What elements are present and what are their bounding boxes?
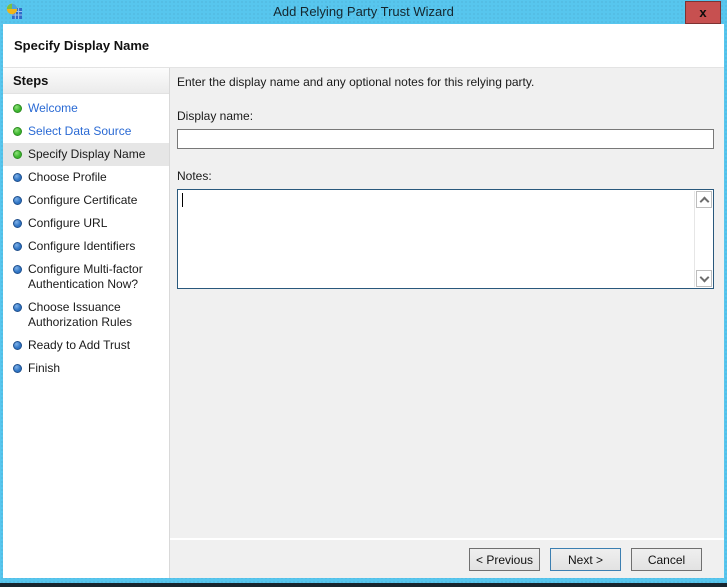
- chevron-up-icon: [699, 196, 709, 207]
- step-label: Choose Issuance Authorization Rules: [28, 300, 133, 329]
- steps-list: Welcome Select Data Source Specify Display…: [3, 97, 169, 380]
- step-status-icon: [13, 127, 22, 136]
- notes-scrollbar[interactable]: [694, 191, 712, 287]
- body-row: Steps Welcome Select Data Source Specify D…: [3, 68, 724, 578]
- step-status-icon: [13, 104, 22, 113]
- scroll-down-button[interactable]: [696, 270, 712, 287]
- step-label: Configure Multi-factor Authentication No…: [28, 262, 143, 291]
- step-status-icon: [13, 242, 22, 251]
- display-name-label: Display name:: [177, 109, 254, 123]
- sidebar-step-choose-issuance-authorization-rules: Choose Issuance Authorization Rules: [3, 296, 169, 334]
- step-label: Configure URL: [28, 216, 108, 230]
- step-status-icon: [13, 219, 22, 228]
- step-status-icon: [13, 265, 22, 274]
- steps-sidebar: Steps Welcome Select Data Source Specify D…: [3, 68, 170, 578]
- step-label: Select Data Source: [28, 124, 132, 138]
- display-name-input[interactable]: [177, 129, 714, 149]
- main-panel: Enter the display name and any optional …: [170, 68, 724, 578]
- notes-label: Notes:: [177, 169, 212, 183]
- step-status-icon: [13, 196, 22, 205]
- step-label: Choose Profile: [28, 170, 107, 184]
- taskbar-strip: [0, 583, 727, 587]
- close-button[interactable]: x: [685, 1, 721, 24]
- sidebar-step-specify-display-name: Specify Display Name: [3, 143, 169, 166]
- notes-textarea[interactable]: [177, 189, 714, 289]
- title-bar: Add Relying Party Trust Wizard x: [0, 0, 727, 24]
- window-title: Add Relying Party Trust Wizard: [273, 4, 454, 19]
- instruction-text: Enter the display name and any optional …: [177, 75, 535, 89]
- sidebar-step-configure-multi-factor-authentication-now: Configure Multi-factor Authentication No…: [3, 258, 169, 296]
- footer-button-bar: < Previous Next > Cancel: [170, 540, 724, 578]
- step-status-icon: [13, 364, 22, 373]
- scroll-up-button[interactable]: [696, 191, 712, 208]
- content-area: Enter the display name and any optional …: [170, 68, 724, 538]
- page-header: Specify Display Name: [3, 24, 724, 68]
- chevron-down-icon: [699, 272, 709, 282]
- sidebar-step-configure-certificate: Configure Certificate: [3, 189, 169, 212]
- sidebar-step-finish: Finish: [3, 357, 169, 380]
- step-label: Configure Identifiers: [28, 239, 136, 253]
- step-label: Ready to Add Trust: [28, 338, 131, 352]
- step-status-icon: [13, 173, 22, 182]
- sidebar-step-choose-profile: Choose Profile: [3, 166, 169, 189]
- sidebar-step-welcome[interactable]: Welcome: [3, 97, 169, 120]
- cancel-button[interactable]: Cancel: [631, 548, 702, 571]
- step-label: Specify Display Name: [28, 147, 146, 161]
- step-label: Welcome: [28, 101, 78, 115]
- sidebar-step-select-data-source[interactable]: Select Data Source: [3, 120, 169, 143]
- sidebar-step-configure-url: Configure URL: [3, 212, 169, 235]
- step-label: Finish: [28, 361, 61, 375]
- step-status-icon: [13, 303, 22, 312]
- previous-button[interactable]: < Previous: [469, 548, 540, 571]
- steps-header: Steps: [3, 68, 169, 94]
- sidebar-step-configure-identifiers: Configure Identifiers: [3, 235, 169, 258]
- dialog-frame: Specify Display Name Steps Welcome Select…: [3, 24, 724, 578]
- next-button[interactable]: Next >: [550, 548, 621, 571]
- step-status-icon: [13, 150, 22, 159]
- page-title: Specify Display Name: [14, 38, 150, 53]
- text-caret: [182, 193, 183, 207]
- close-icon: x: [699, 5, 707, 20]
- wizard-window: Add Relying Party Trust Wizard x Specify…: [0, 0, 727, 587]
- step-label: Configure Certificate: [28, 193, 138, 207]
- step-status-icon: [13, 341, 22, 350]
- sidebar-step-ready-to-add-trust: Ready to Add Trust: [3, 334, 169, 357]
